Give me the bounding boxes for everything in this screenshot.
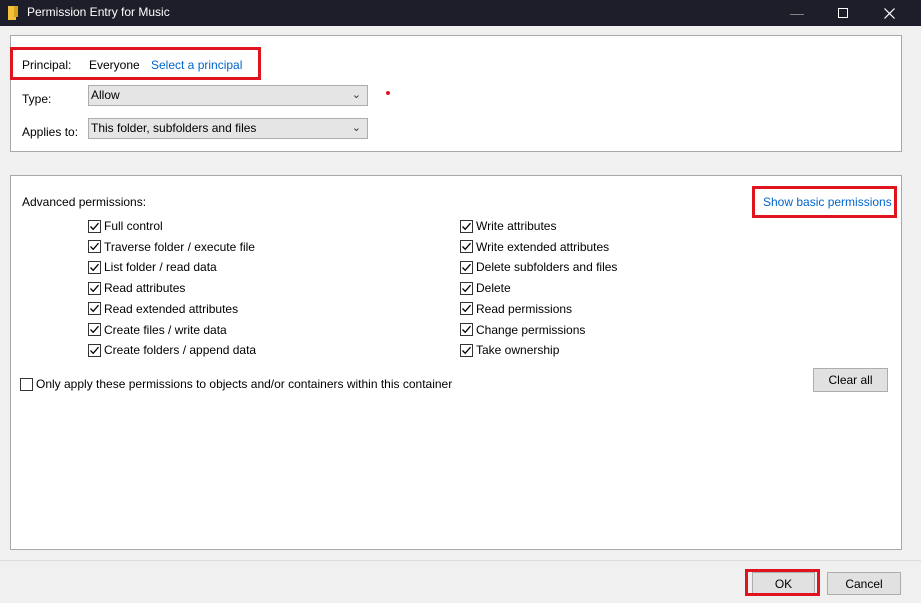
permission-row[interactable]: Read extended attributes bbox=[88, 301, 238, 317]
minimize-button[interactable]: — bbox=[774, 0, 820, 26]
applies-to-label: Applies to: bbox=[22, 125, 79, 139]
red-dot-marker bbox=[386, 91, 390, 95]
only-apply-checkbox-row[interactable]: Only apply these permissions to objects … bbox=[20, 376, 452, 392]
checkmark-icon bbox=[90, 325, 99, 334]
type-dropdown[interactable]: Allow ⌄ bbox=[88, 85, 368, 106]
permission-row[interactable]: Read attributes bbox=[88, 280, 185, 296]
permission-row[interactable]: List folder / read data bbox=[88, 259, 217, 275]
permission-row[interactable]: Create folders / append data bbox=[88, 342, 256, 358]
cancel-button[interactable]: Cancel bbox=[827, 572, 901, 595]
title-bar: Permission Entry for Music — bbox=[0, 0, 921, 26]
applies-to-dropdown[interactable]: This folder, subfolders and files ⌄ bbox=[88, 118, 368, 139]
chevron-down-icon: ⌄ bbox=[351, 89, 361, 101]
permission-checkbox[interactable] bbox=[460, 219, 473, 233]
permission-label: Delete subfolders and files bbox=[476, 260, 618, 275]
select-principal-link[interactable]: Select a principal bbox=[151, 58, 242, 72]
folder-icon bbox=[8, 6, 18, 20]
principal-panel: Principal: Everyone Select a principal T… bbox=[10, 35, 902, 152]
permission-label: Full control bbox=[104, 219, 163, 233]
checkmark-icon bbox=[462, 222, 471, 230]
advanced-permissions-heading: Advanced permissions: bbox=[22, 195, 147, 209]
type-value: Allow bbox=[91, 88, 120, 102]
only-apply-label: Only apply these permissions to objects … bbox=[36, 377, 453, 391]
permission-checkbox[interactable] bbox=[460, 281, 473, 295]
checkmark-icon bbox=[462, 242, 471, 251]
checkmark-icon bbox=[90, 305, 99, 313]
permission-row[interactable]: Take ownership bbox=[460, 342, 559, 358]
permission-label: Write attributes bbox=[476, 219, 557, 233]
permission-checkbox[interactable] bbox=[460, 260, 473, 274]
permission-row[interactable]: Read permissions bbox=[460, 301, 572, 317]
clear-all-label: Clear all bbox=[828, 373, 873, 387]
permission-checkbox[interactable] bbox=[460, 343, 473, 357]
permission-checkbox[interactable] bbox=[460, 302, 473, 316]
cancel-label: Cancel bbox=[845, 576, 883, 591]
permission-label: Change permissions bbox=[476, 322, 586, 337]
permission-checkbox[interactable] bbox=[460, 240, 473, 254]
permission-checkbox[interactable] bbox=[460, 323, 473, 336]
ok-label: OK bbox=[774, 576, 793, 591]
type-label: Type: bbox=[22, 92, 52, 106]
show-basic-permissions-link[interactable]: Show basic permissions bbox=[763, 195, 892, 209]
window-title: Permission Entry for Music bbox=[27, 5, 170, 19]
permission-label: Create files / write data bbox=[104, 322, 227, 337]
checkmark-icon bbox=[462, 263, 471, 272]
checkmark-icon bbox=[462, 346, 471, 354]
permission-label: Write extended attributes bbox=[476, 239, 610, 254]
maximize-icon bbox=[838, 8, 848, 18]
permission-checkbox[interactable] bbox=[88, 302, 101, 316]
clear-all-button[interactable]: Clear all bbox=[813, 368, 888, 392]
window-edge bbox=[912, 26, 921, 560]
checkmark-icon bbox=[90, 222, 99, 230]
principal-value: Everyone bbox=[89, 58, 140, 72]
permission-label: Read attributes bbox=[104, 281, 186, 296]
permission-row[interactable]: Write attributes bbox=[460, 218, 556, 234]
checkmark-icon bbox=[90, 284, 99, 292]
permission-label: Create folders / append data bbox=[104, 343, 257, 358]
minimize-icon: — bbox=[790, 5, 804, 21]
permission-checkbox[interactable] bbox=[88, 281, 101, 295]
applies-to-value: This folder, subfolders and files bbox=[91, 121, 257, 135]
checkmark-icon bbox=[90, 263, 99, 272]
permission-label: Take ownership bbox=[476, 343, 560, 358]
permission-label: Traverse folder / execute file bbox=[104, 239, 255, 254]
maximize-button[interactable] bbox=[820, 0, 866, 26]
permission-row[interactable]: Full control bbox=[88, 218, 163, 234]
checkmark-icon bbox=[462, 284, 471, 292]
advanced-permissions-panel: Advanced permissions: Show basic permiss… bbox=[10, 175, 902, 550]
dialog-footer: OK Cancel bbox=[0, 560, 921, 603]
permission-row[interactable]: Change permissions bbox=[460, 322, 585, 338]
permission-checkbox[interactable] bbox=[88, 260, 101, 274]
checkmark-icon bbox=[462, 305, 471, 313]
permission-label: Delete bbox=[476, 281, 511, 296]
permission-label: Read permissions bbox=[476, 301, 573, 316]
permission-label: List folder / read data bbox=[104, 260, 217, 275]
checkmark-icon bbox=[90, 346, 99, 354]
permission-row[interactable]: Create files / write data bbox=[88, 322, 227, 338]
permission-row[interactable]: Delete subfolders and files bbox=[460, 259, 617, 275]
permission-row[interactable]: Delete bbox=[460, 280, 511, 296]
permission-checkbox[interactable] bbox=[88, 240, 101, 254]
ok-button[interactable]: OK bbox=[752, 572, 815, 595]
permission-checkbox[interactable] bbox=[88, 219, 101, 233]
close-button[interactable] bbox=[866, 0, 912, 26]
permission-checkbox[interactable] bbox=[88, 343, 101, 357]
permission-checkbox[interactable] bbox=[88, 323, 101, 336]
chevron-down-icon: ⌄ bbox=[351, 122, 361, 134]
checkmark-icon bbox=[462, 325, 471, 334]
permission-row[interactable]: Write extended attributes bbox=[460, 239, 609, 255]
close-icon bbox=[883, 7, 895, 19]
checkmark-icon bbox=[90, 242, 99, 251]
permission-row[interactable]: Traverse folder / execute file bbox=[88, 239, 255, 255]
only-apply-checkbox[interactable] bbox=[20, 377, 33, 391]
principal-label: Principal: bbox=[22, 58, 72, 72]
permission-label: Read extended attributes bbox=[104, 301, 239, 316]
